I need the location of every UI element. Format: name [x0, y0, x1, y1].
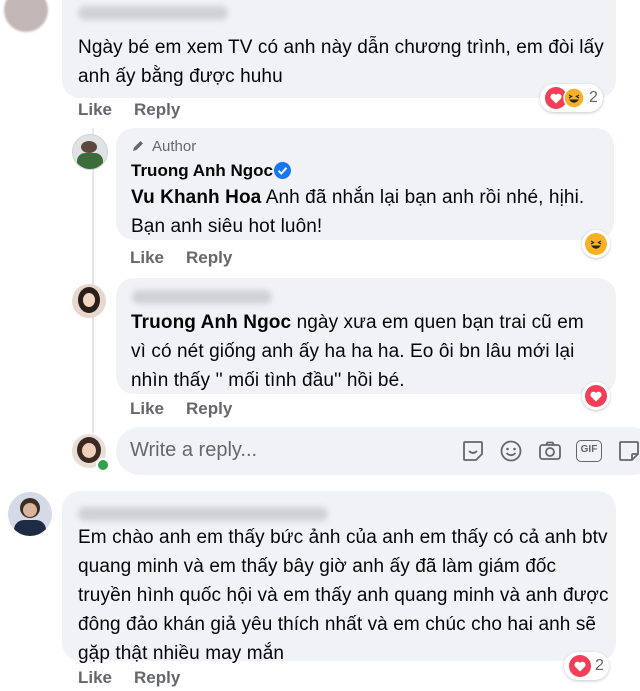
reaction-summary[interactable]: 2 [540, 84, 603, 112]
commenter-avatar[interactable] [72, 284, 106, 318]
camera-icon[interactable] [537, 438, 563, 464]
blurred-commenter-name [78, 507, 328, 521]
reply-button[interactable]: Reply [134, 668, 180, 688]
commenter-avatar[interactable] [8, 492, 52, 536]
gif-icon[interactable]: GIF [576, 440, 602, 462]
reaction-count: 2 [595, 657, 604, 674]
reply-placeholder: Write a reply... [130, 439, 258, 461]
comment-text: Em chào anh em thấy bức ảnh của anh em t… [78, 527, 609, 664]
like-button[interactable]: Like [130, 399, 164, 419]
reaction-summary[interactable] [582, 230, 610, 258]
comment-bubble: Ngày bé em xem TV có anh này dẫn chương … [62, 0, 616, 98]
commenter-avatar[interactable] [4, 0, 48, 32]
reaction-summary[interactable]: 2 [564, 652, 609, 680]
comment-text: Vu Khanh Hoa Anh đã nhắn lại bạn anh rồi… [131, 187, 585, 237]
comment-text: Truong Anh Ngoc ngày xưa em quen bạn tra… [131, 312, 584, 391]
author-badge: Author [152, 138, 197, 155]
tagged-user[interactable]: Vu Khanh Hoa [131, 187, 261, 208]
haha-icon [585, 233, 607, 255]
comment-bubble: Author Truong Anh Ngoc Vu Khanh Hoa Anh … [116, 128, 614, 240]
verified-badge-icon [274, 162, 291, 179]
comment-bubble: Truong Anh Ngoc ngày xưa em quen bạn tra… [116, 278, 616, 394]
reply-button[interactable]: Reply [186, 248, 232, 268]
pencil-icon [133, 141, 143, 151]
reaction-summary[interactable] [582, 382, 610, 410]
reply-button[interactable]: Reply [186, 399, 232, 419]
like-button[interactable]: Like [78, 668, 112, 688]
comment-text: Ngày bé em xem TV có anh này dẫn chương … [78, 37, 604, 87]
sticker-icon[interactable] [460, 438, 486, 464]
like-button[interactable]: Like [78, 100, 112, 120]
thread-line [92, 128, 94, 433]
like-button[interactable]: Like [130, 248, 164, 268]
love-icon [569, 655, 591, 677]
reply-button[interactable]: Reply [134, 100, 180, 120]
emoji-icon[interactable] [498, 438, 524, 464]
comment-bubble: Em chào anh em thấy bức ảnh của anh em t… [62, 491, 616, 664]
reply-input[interactable]: Write a reply... GIF [116, 427, 640, 475]
comment-author-name[interactable]: Truong Anh Ngoc [131, 161, 273, 181]
blurred-commenter-name [78, 6, 228, 20]
online-status-dot [96, 458, 110, 472]
haha-icon [563, 87, 585, 109]
blurred-commenter-name [132, 290, 272, 304]
reaction-count: 2 [589, 89, 598, 106]
sticker-alt-icon[interactable] [616, 438, 640, 464]
love-icon [585, 385, 607, 407]
tagged-user[interactable]: Truong Anh Ngoc [131, 312, 291, 333]
author-avatar[interactable] [72, 134, 108, 170]
